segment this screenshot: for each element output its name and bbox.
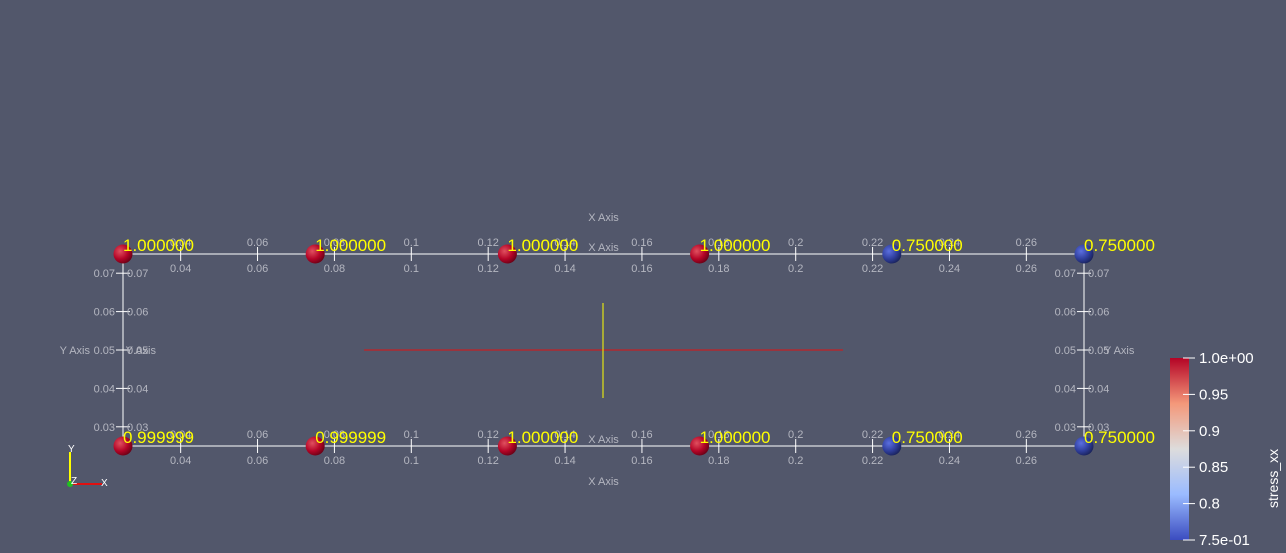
x-tick-label: 0.16 bbox=[631, 455, 652, 467]
point-value-label: 1.000000 bbox=[315, 236, 386, 255]
point-value-label: 1.000000 bbox=[700, 236, 771, 255]
y-tick-label: 0.04 bbox=[94, 383, 115, 395]
x-tick-label: 0.2 bbox=[788, 263, 803, 275]
y-tick-label: 0.06 bbox=[94, 307, 115, 319]
x-tick-label: 0.1 bbox=[404, 455, 419, 467]
x-tick-label: 0.12 bbox=[477, 237, 498, 249]
orientation-axes-widget: Y Z X bbox=[67, 444, 108, 489]
colorbar-tick-label: 7.5e-01 bbox=[1199, 532, 1250, 549]
x-tick-label: 0.2 bbox=[788, 455, 803, 467]
x-axis-title: X Axis bbox=[588, 212, 619, 224]
x-tick-label: 0.2 bbox=[788, 237, 803, 249]
y-tick-label: 0.03 bbox=[94, 422, 115, 434]
y-tick-label: 0.06 bbox=[1055, 307, 1076, 319]
colorbar-tick-label: 0.85 bbox=[1199, 459, 1228, 476]
y-tick-label: 0.07 bbox=[94, 268, 115, 280]
point-value-label: 0.750000 bbox=[1084, 428, 1155, 447]
colorbar-tick-label: 0.9 bbox=[1199, 423, 1220, 440]
x-tick-label: 0.06 bbox=[247, 237, 268, 249]
point-value-label: 0.999999 bbox=[123, 428, 194, 447]
x-tick-label: 0.26 bbox=[1016, 237, 1037, 249]
y-axis-title: Y Axis bbox=[60, 345, 91, 357]
x-tick-label: 0.04 bbox=[170, 263, 191, 275]
x-tick-label: 0.22 bbox=[862, 455, 883, 467]
orientation-z-label: Z bbox=[71, 476, 77, 487]
colorbar: 1.0e+00 0.95 0.9 0.85 0.8 7.5e-01 stress_xx bbox=[1170, 350, 1281, 549]
point-value-label: 0.750000 bbox=[892, 236, 963, 255]
x-tick-label: 0.12 bbox=[477, 263, 498, 275]
point-value-label: 0.750000 bbox=[1084, 236, 1155, 255]
y-tick-label: 0.05 bbox=[1055, 345, 1076, 357]
colorbar-gradient bbox=[1170, 358, 1189, 540]
point-value-label: 1.000000 bbox=[507, 236, 578, 255]
x-tick-label: 0.18 bbox=[708, 263, 729, 275]
x-tick-label: 0.26 bbox=[1016, 263, 1037, 275]
x-tick-label: 0.16 bbox=[631, 429, 652, 441]
x-tick-label: 0.06 bbox=[247, 263, 268, 275]
colorbar-tick-label: 1.0e+00 bbox=[1199, 350, 1254, 367]
point-value-label: 0.750000 bbox=[892, 428, 963, 447]
colorbar-ticks: 1.0e+00 0.95 0.9 0.85 0.8 7.5e-01 bbox=[1183, 350, 1254, 549]
x-tick-label: 0.26 bbox=[1016, 455, 1037, 467]
x-tick-label: 0.16 bbox=[631, 237, 652, 249]
x-tick-label: 0.1 bbox=[404, 429, 419, 441]
x-tick-label: 0.04 bbox=[170, 455, 191, 467]
colorbar-tick-label: 0.8 bbox=[1199, 496, 1220, 513]
x-axis-title: X Axis bbox=[588, 476, 619, 488]
y-tick-label: 0.03 bbox=[1055, 422, 1076, 434]
x-tick-label: 0.18 bbox=[708, 455, 729, 467]
x-tick-label: 0.24 bbox=[939, 455, 960, 467]
point-value-label: 0.999999 bbox=[315, 428, 386, 447]
y-tick-label: 0.04 bbox=[1055, 383, 1076, 395]
x-tick-label: 0.14 bbox=[554, 455, 575, 467]
x-axis-title: X Axis bbox=[588, 434, 619, 446]
x-tick-label: 0.1 bbox=[404, 237, 419, 249]
x-tick-label: 0.12 bbox=[477, 429, 498, 441]
x-tick-label: 0.22 bbox=[862, 263, 883, 275]
x-tick-label: 0.06 bbox=[247, 455, 268, 467]
colorbar-tick-label: 0.95 bbox=[1199, 386, 1228, 403]
y-tick-label: 0.07 bbox=[127, 268, 148, 280]
y-axis-title: Y Axis bbox=[1104, 345, 1135, 357]
y-tick-label: 0.05 bbox=[94, 345, 115, 357]
y-tick-label: 0.04 bbox=[127, 383, 148, 395]
y-axis-title: Y Axis bbox=[126, 345, 157, 357]
y-tick-label: 0.07 bbox=[1088, 268, 1109, 280]
x-tick-label: 0.08 bbox=[324, 263, 345, 275]
x-tick-label: 0.06 bbox=[247, 429, 268, 441]
orientation-y-label: Y bbox=[68, 444, 75, 455]
render-viewport[interactable]: 0.04 0.04 0.04 0.04 0.06 0.06 0.06 0.06 0.08 0.08… bbox=[0, 0, 1286, 553]
x-tick-label: 0.08 bbox=[324, 455, 345, 467]
x-tick-label: 0.14 bbox=[554, 263, 575, 275]
x-tick-label: 0.24 bbox=[939, 263, 960, 275]
x-tick-label: 0.2 bbox=[788, 429, 803, 441]
x-tick-label: 0.16 bbox=[631, 263, 652, 275]
orientation-x-label: X bbox=[101, 478, 108, 489]
x-tick-label: 0.1 bbox=[404, 263, 419, 275]
x-axis-title: X Axis bbox=[588, 242, 619, 254]
point-value-label: 1.000000 bbox=[507, 428, 578, 447]
y-tick-label: 0.04 bbox=[1088, 383, 1109, 395]
y-tick-label: 0.07 bbox=[1055, 268, 1076, 280]
y-tick-label: 0.06 bbox=[127, 307, 148, 319]
y-tick-label: 0.06 bbox=[1088, 307, 1109, 319]
x-tick-label: 0.22 bbox=[862, 429, 883, 441]
point-value-label: 1.000000 bbox=[123, 236, 194, 255]
point-value-label: 1.000000 bbox=[700, 428, 771, 447]
x-tick-label: 0.26 bbox=[1016, 429, 1037, 441]
colorbar-title: stress_xx bbox=[1265, 449, 1281, 508]
x-tick-label: 0.22 bbox=[862, 237, 883, 249]
x-tick-label: 0.12 bbox=[477, 455, 498, 467]
